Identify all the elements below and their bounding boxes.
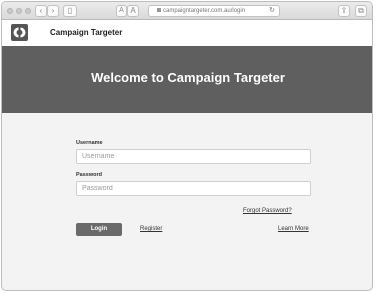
text-larger-button[interactable]: A	[127, 5, 139, 17]
text-smaller-button[interactable]: A	[116, 5, 127, 17]
forgot-password-link[interactable]: Forgot Password?	[243, 208, 292, 214]
tabs-icon: ⧉	[358, 6, 364, 15]
url-text: campaigntargeter.com.au/login	[163, 8, 246, 14]
login-button[interactable]: Login	[76, 223, 122, 236]
site-header: Campaign Targeter	[2, 20, 372, 46]
forward-button[interactable]: ›	[47, 5, 59, 17]
browser-toolbar: ‹ › ▯ A A campaigntargeter.com.au/login …	[2, 2, 372, 20]
username-label: Username	[76, 140, 103, 146]
share-button[interactable]: ⇪	[338, 5, 350, 17]
lock-icon	[157, 8, 161, 12]
address-bar[interactable]: campaigntargeter.com.au/login ↻	[148, 5, 280, 17]
brand-name: Campaign Targeter	[50, 28, 123, 37]
password-input[interactable]	[76, 181, 311, 196]
text-smaller-label: A	[119, 7, 124, 14]
share-icon: ⇪	[340, 6, 348, 15]
campaign-targeter-logo-icon[interactable]	[11, 24, 28, 41]
sidebar-icon: ▯	[67, 6, 73, 15]
page-title: Welcome to Campaign Targeter	[91, 70, 285, 85]
tabs-button[interactable]: ⧉	[355, 5, 367, 17]
window-bottom-edge	[2, 290, 373, 291]
password-label: Password	[76, 172, 102, 178]
back-button[interactable]: ‹	[35, 5, 47, 17]
sidebar-button[interactable]: ▯	[63, 5, 77, 17]
zoom-window-button[interactable]	[25, 8, 31, 14]
hero-banner: Welcome to Campaign Targeter	[2, 46, 372, 113]
register-link[interactable]: Register	[140, 226, 162, 232]
username-input[interactable]	[76, 149, 311, 164]
text-larger-label: A	[130, 6, 136, 15]
reload-icon[interactable]: ↻	[269, 6, 275, 16]
minimize-window-button[interactable]	[16, 8, 22, 14]
chevron-left-icon: ‹	[39, 6, 43, 15]
learn-more-link[interactable]: Learn More	[278, 226, 309, 232]
chevron-right-icon: ›	[51, 6, 55, 15]
browser-window: ‹ › ▯ A A campaigntargeter.com.au/login …	[1, 1, 373, 291]
close-window-button[interactable]	[7, 8, 13, 14]
